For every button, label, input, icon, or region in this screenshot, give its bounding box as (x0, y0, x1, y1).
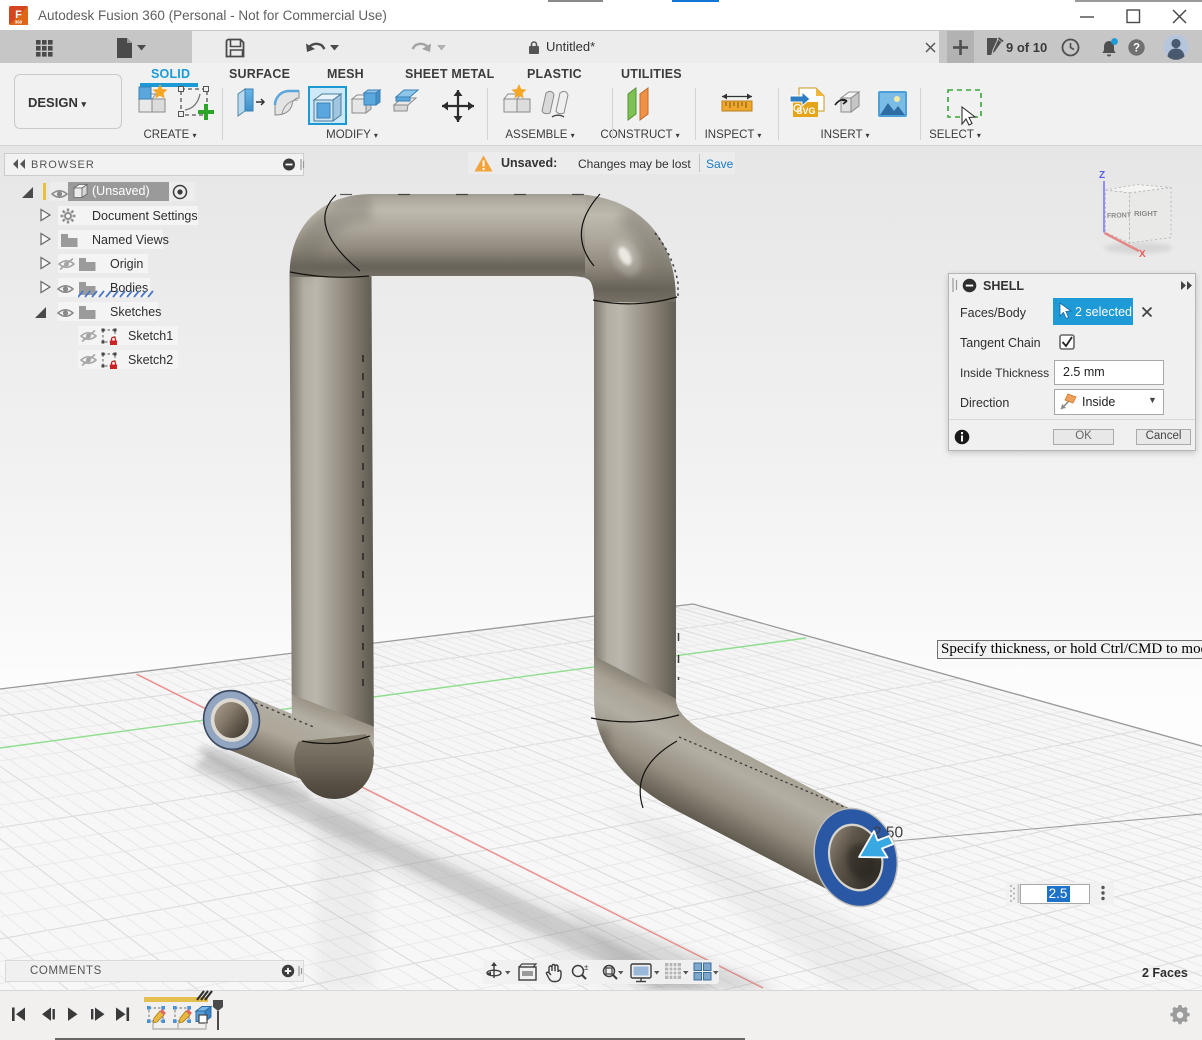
svg-text:RIGHT: RIGHT (1134, 209, 1158, 218)
svg-text:Z: Z (1099, 170, 1105, 181)
svg-text:?: ? (1133, 43, 1140, 55)
svg-text:±: ± (584, 963, 589, 972)
svg-text:FRONT: FRONT (1107, 212, 1132, 220)
svg-text:360: 360 (15, 20, 23, 25)
svg-text:X: X (1139, 249, 1146, 260)
